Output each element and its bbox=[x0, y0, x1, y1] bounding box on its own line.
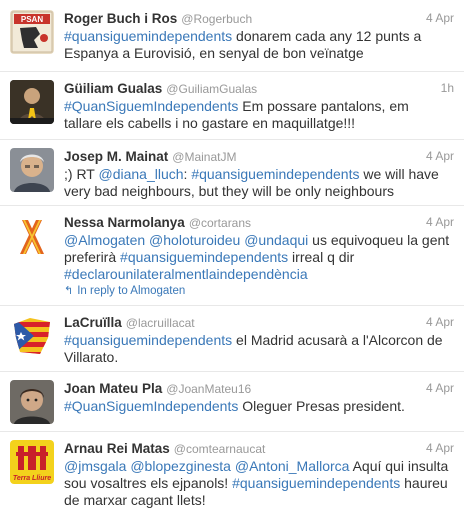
mention-link[interactable]: @Almogaten bbox=[64, 232, 145, 248]
author-handle[interactable]: @lacruillacat bbox=[126, 316, 195, 330]
author-name[interactable]: Güiliam Gualas bbox=[64, 81, 162, 96]
tweet-timestamp[interactable]: 4 Apr bbox=[426, 149, 454, 163]
tweet-timestamp[interactable]: 4 Apr bbox=[426, 441, 454, 455]
author-handle[interactable]: @Rogerbuch bbox=[181, 12, 252, 26]
avatar-poster-text: PSAN bbox=[21, 15, 43, 24]
mention-link[interactable]: @Antoni_Mallorca bbox=[235, 458, 350, 474]
avatar[interactable]: Terra Lliure bbox=[10, 440, 54, 484]
hashtag-link[interactable]: #QuanSiguemIndependents bbox=[64, 98, 238, 114]
author-handle[interactable]: @cortarans bbox=[189, 216, 251, 230]
reply-arrow-icon: ↰ bbox=[64, 285, 74, 297]
psan-poster-icon: PSAN bbox=[10, 10, 54, 54]
hashtag-link[interactable]: #QuanSiguemIndependents bbox=[64, 398, 238, 414]
in-reply-to-link[interactable]: ↰ In reply to Almogaten bbox=[64, 284, 185, 297]
avatar[interactable] bbox=[10, 214, 54, 258]
tweet-text: @Almogaten @holoturoideu @undaqui us equ… bbox=[64, 232, 450, 283]
mention-link[interactable]: @undaqui bbox=[244, 232, 308, 248]
tweet-item[interactable]: Terra Lliure Arnau Rei Matas @comtearnauc… bbox=[0, 432, 464, 516]
reply-label: In reply to Almogaten bbox=[77, 285, 186, 297]
author-handle[interactable]: @GuiliamGualas bbox=[166, 82, 257, 96]
avatar[interactable] bbox=[10, 314, 54, 358]
tweet-timestamp[interactable]: 4 Apr bbox=[426, 11, 454, 25]
mention-link[interactable]: @blopezginesta bbox=[130, 458, 231, 474]
tweet-text: #quansiguemindependents donarem cada any… bbox=[64, 28, 450, 62]
author-name[interactable]: Roger Buch i Ros bbox=[64, 11, 177, 26]
terra-lliure-logo-icon: Terra Lliure bbox=[10, 440, 54, 484]
tweet-text: #QuanSiguemIndependents Oleguer Presas p… bbox=[64, 398, 450, 415]
mention-link[interactable]: @holoturoideu bbox=[149, 232, 240, 248]
author-handle[interactable]: @JoanMateu16 bbox=[166, 382, 251, 396]
tweet-item[interactable]: Joan Mateu Pla @JoanMateu16 4 Apr #QuanSi… bbox=[0, 372, 464, 432]
young-man-icon bbox=[10, 380, 54, 424]
tweet-text: ;) RT @diana_lluch: #quansiguemindepende… bbox=[64, 166, 450, 200]
author-name[interactable]: Josep M. Mainat bbox=[64, 149, 168, 164]
hashtag-link[interactable]: #quansiguemindependents bbox=[232, 475, 400, 491]
avatar[interactable]: PSAN bbox=[10, 10, 54, 54]
author-name[interactable]: LaCruïlla bbox=[64, 315, 122, 330]
person-yellow-ribbon-icon bbox=[10, 80, 54, 124]
author-handle[interactable]: @MainatJM bbox=[172, 150, 236, 164]
tweet-item[interactable]: LaCruïlla @lacruillacat 4 Apr #quansiguem… bbox=[0, 306, 464, 372]
hashtag-link[interactable]: #quansiguemindependents bbox=[191, 166, 359, 182]
author-name[interactable]: Arnau Rei Matas bbox=[64, 441, 170, 456]
tweet-item[interactable]: Josep M. Mainat @MainatJM 4 Apr ;) RT @di… bbox=[0, 140, 464, 206]
avatar[interactable] bbox=[10, 148, 54, 192]
tweet-text: #QuanSiguemIndependents Em possare panta… bbox=[64, 98, 450, 132]
tweet-timestamp[interactable]: 1h bbox=[441, 81, 454, 95]
tweet-text-segment: irreal q dir bbox=[288, 249, 355, 265]
hashtag-link[interactable]: #quansiguemindependents bbox=[64, 332, 232, 348]
mention-link[interactable]: @diana_lluch bbox=[99, 166, 184, 182]
tweet-text-segment: ;) RT bbox=[64, 166, 99, 182]
hashtag-link[interactable]: #quansiguemindependents bbox=[120, 249, 288, 265]
hashtag-link[interactable]: #quansiguemindependents bbox=[64, 28, 232, 44]
tweet-timestamp[interactable]: 4 Apr bbox=[426, 215, 454, 229]
avatar[interactable] bbox=[10, 380, 54, 424]
tweet-item[interactable]: PSAN Roger Buch i Ros @Rogerbuch 4 Apr #q… bbox=[0, 0, 464, 72]
mention-link[interactable]: @jmsgala bbox=[64, 458, 126, 474]
catalan-ribbon-icon bbox=[10, 214, 54, 258]
author-handle[interactable]: @comtearnaucat bbox=[174, 442, 266, 456]
tweet-timestamp[interactable]: 4 Apr bbox=[426, 381, 454, 395]
tweet-item[interactable]: Güiliam Gualas @GuiliamGualas 1h #QuanSig… bbox=[0, 72, 464, 140]
tweet-timestamp[interactable]: 4 Apr bbox=[426, 315, 454, 329]
author-name[interactable]: Joan Mateu Pla bbox=[64, 381, 162, 396]
tweet-feed: PSAN Roger Buch i Ros @Rogerbuch 4 Apr #q… bbox=[0, 0, 464, 516]
grey-haired-man-icon bbox=[10, 148, 54, 192]
tweet-text: #quansiguemindependents el Madrid acusar… bbox=[64, 332, 450, 366]
hashtag-link[interactable]: #declarounilateralmentlaindependència bbox=[64, 266, 308, 282]
avatar-logo-text: Terra Lliure bbox=[13, 475, 51, 482]
author-name[interactable]: Nessa Narmolanya bbox=[64, 215, 185, 230]
tweet-text-segment: Oleguer Presas president. bbox=[238, 398, 405, 414]
avatar[interactable] bbox=[10, 80, 54, 124]
estelada-map-icon bbox=[10, 314, 54, 358]
tweet-item[interactable]: Nessa Narmolanya @cortarans 4 Apr @Almoga… bbox=[0, 206, 464, 306]
tweet-text: @jmsgala @blopezginesta @Antoni_Mallorca… bbox=[64, 458, 450, 509]
